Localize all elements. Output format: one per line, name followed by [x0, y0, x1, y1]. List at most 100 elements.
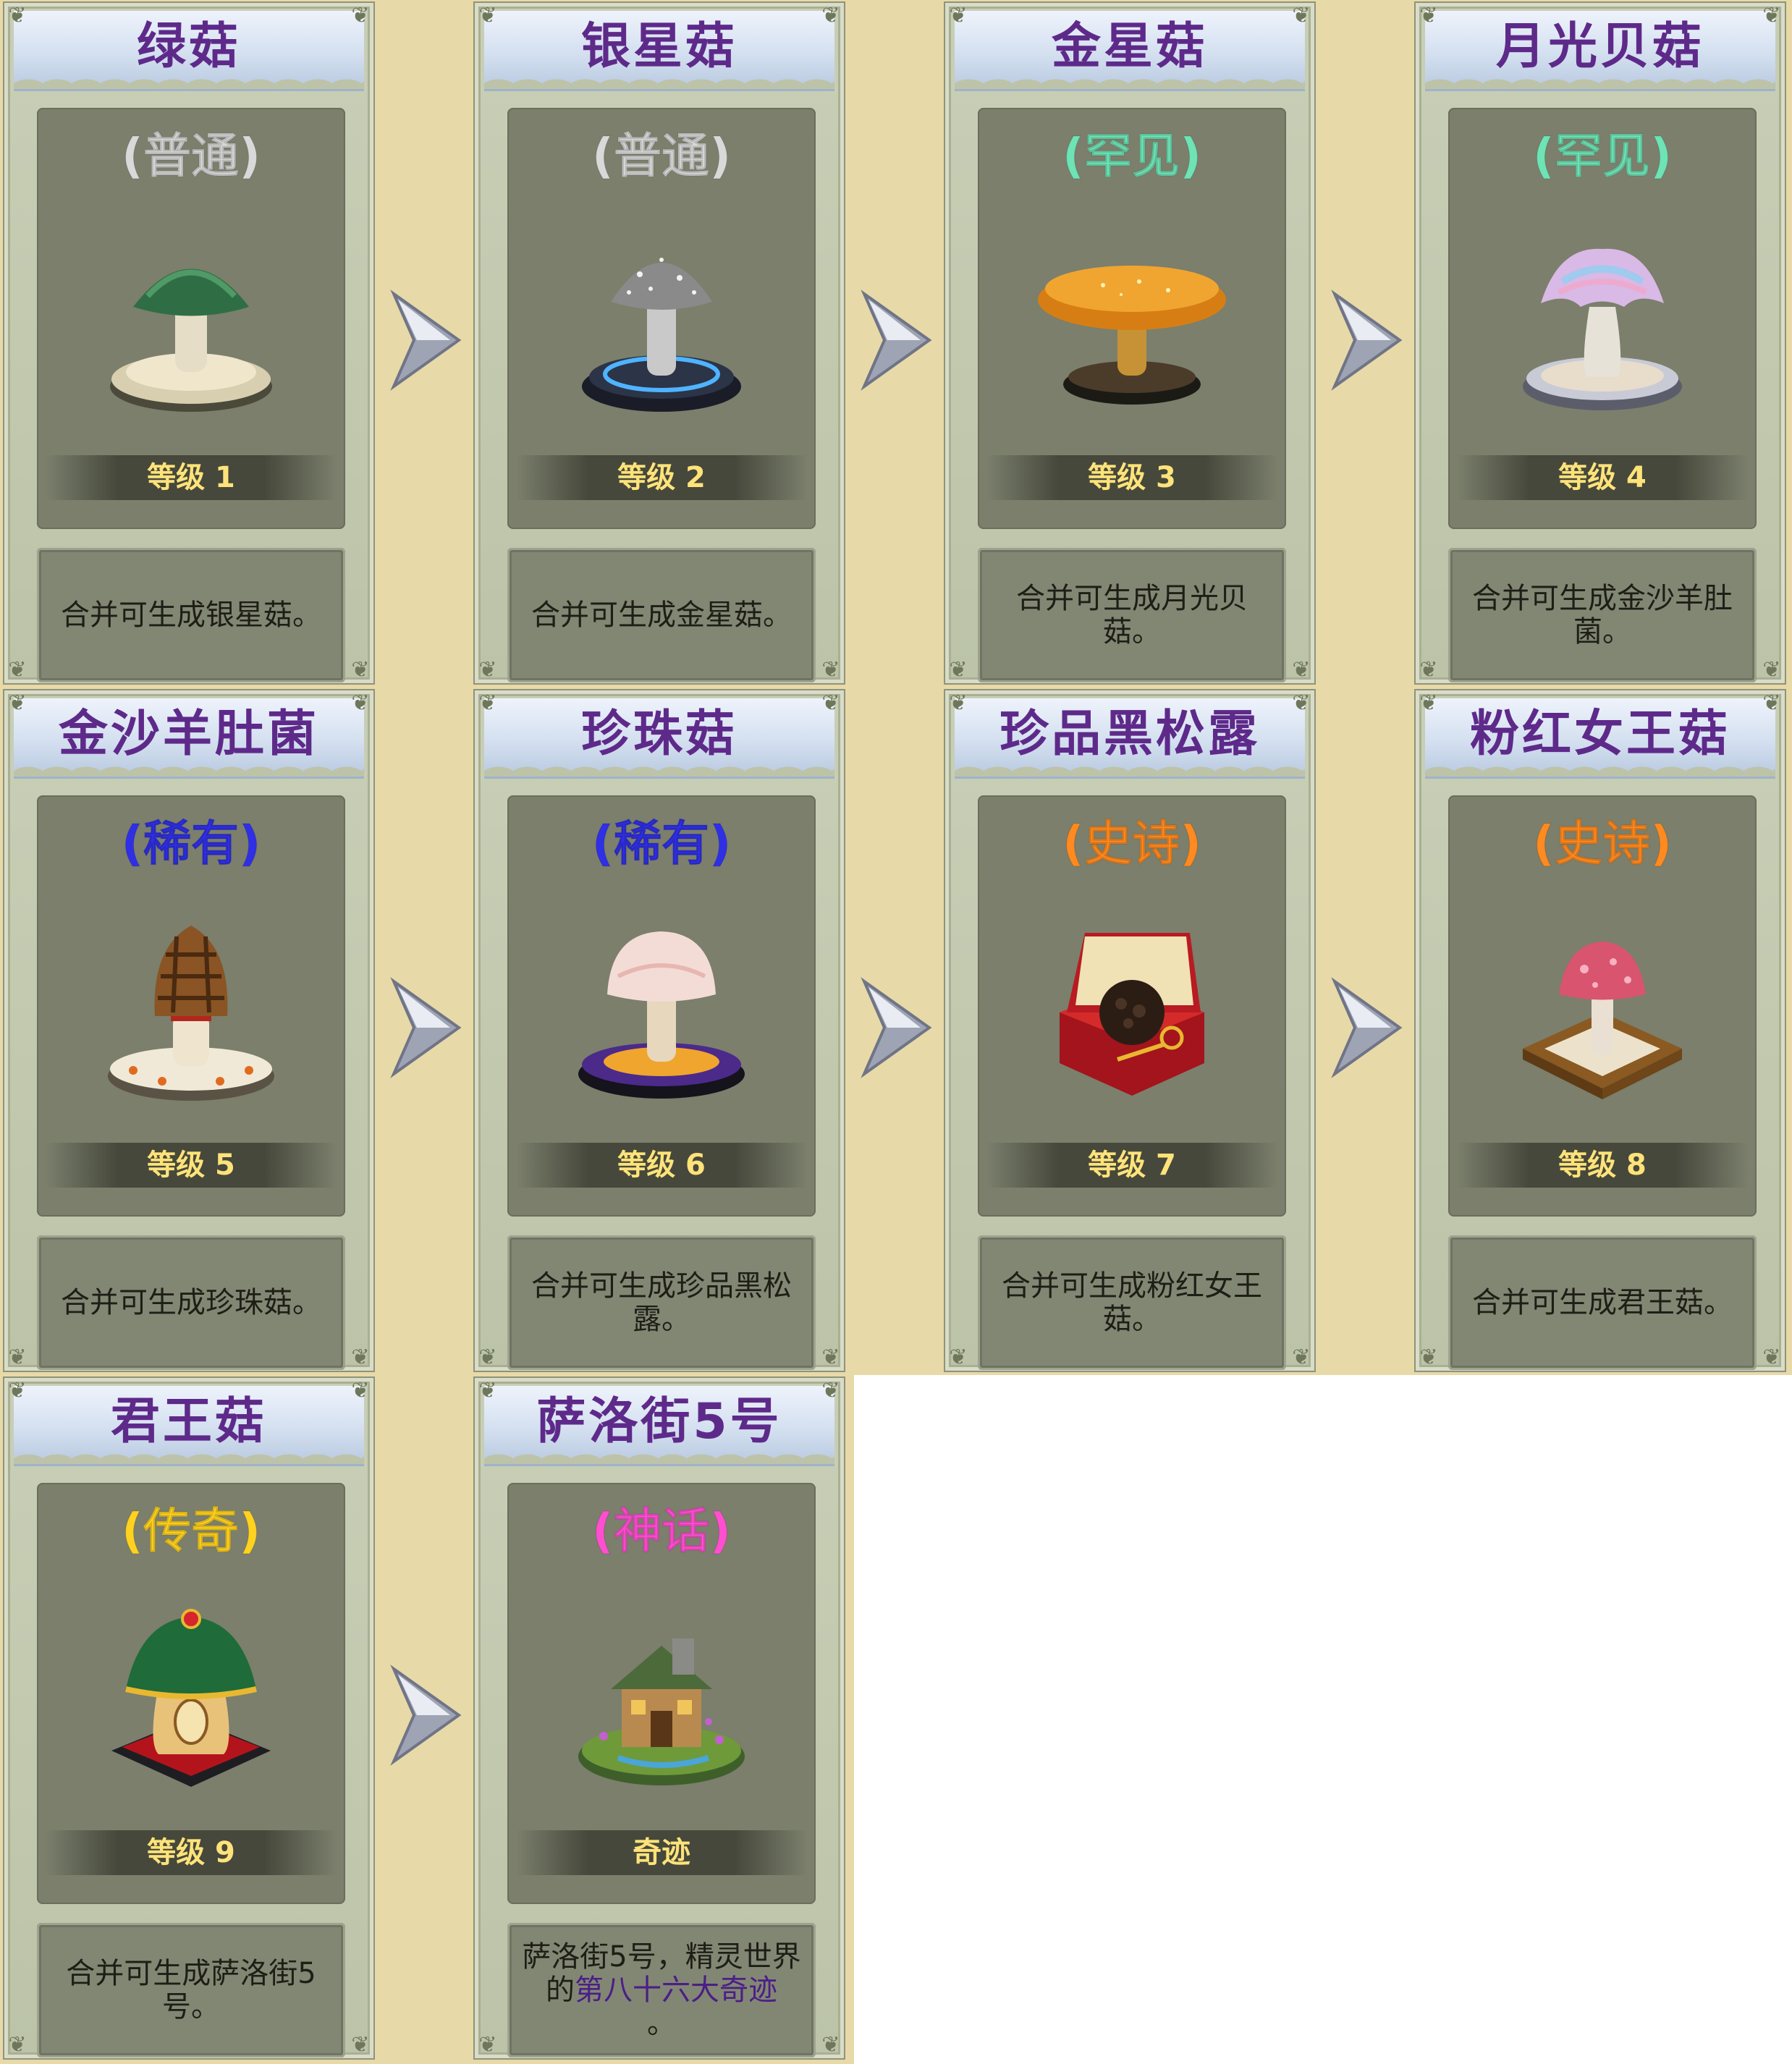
corner-ornament-icon: ❦: [478, 2032, 497, 2057]
corner-ornament-icon: ❦: [821, 657, 840, 682]
corner-ornament-icon: ❦: [351, 2032, 370, 2057]
pearl-mushroom-icon: [578, 931, 745, 1099]
item-title: 珍珠菇: [580, 706, 737, 763]
corner-ornament-icon: ❦: [949, 657, 968, 682]
arrow-right-icon: [861, 977, 932, 1078]
rarity-label: (传奇): [121, 1503, 261, 1560]
item-description: 合并可生成月光贝菇。: [978, 548, 1286, 682]
level-label: 等级 3: [986, 455, 1277, 500]
moonlight-shell-mushroom-icon: [1523, 248, 1682, 410]
item-description: 合并可生成珍珠菇。: [37, 1235, 345, 1370]
corner-ornament-icon: ❦: [351, 690, 370, 716]
corner-ornament-icon: ❦: [351, 1345, 370, 1370]
item-card[interactable]: 萨洛街5号 (神话) 奇迹 萨洛街5号，精灵世界的第八十六大奇迹 。 ❦ ❦ ❦…: [470, 1375, 854, 2064]
corner-ornament-icon: ❦: [478, 1378, 497, 1403]
item-card[interactable]: 金星菇 (罕见) 等级 3 合并可生成月光贝菇。 ❦ ❦ ❦ ❦: [941, 0, 1411, 688]
corner-ornament-icon: ❦: [1419, 1345, 1438, 1370]
pink-queen-mushroom-icon: [1523, 942, 1682, 1099]
rarity-label: (稀有): [591, 816, 732, 872]
miracle-label: 奇迹: [516, 1830, 807, 1875]
corner-ornament-icon: ❦: [478, 3, 497, 28]
arrow-right-icon: [1331, 977, 1403, 1078]
item-title: 月光贝菇: [1495, 18, 1704, 75]
arrow-right-icon: [390, 977, 462, 1078]
item-description: 合并可生成银星菇。: [37, 548, 345, 682]
corner-ornament-icon: ❦: [1292, 657, 1311, 682]
corner-ornament-icon: ❦: [8, 2032, 27, 2057]
corner-ornament-icon: ❦: [351, 3, 370, 28]
rarity-label: (神话): [591, 1503, 732, 1560]
item-card[interactable]: 绿菇 (普通) 等级 1 合并可生成银星菇。 ❦ ❦ ❦ ❦: [0, 0, 470, 688]
item-title: 珍品黑松露: [999, 706, 1260, 763]
corner-ornament-icon: ❦: [821, 1345, 840, 1370]
corner-ornament-icon: ❦: [1762, 690, 1781, 716]
rarity-label: (普通): [591, 128, 732, 185]
corner-ornament-icon: ❦: [949, 1345, 968, 1370]
corner-ornament-icon: ❦: [821, 3, 840, 28]
corner-ornament-icon: ❦: [8, 1345, 27, 1370]
item-title: 银星菇: [580, 18, 737, 75]
arrow-right-icon: [1331, 289, 1403, 391]
rarity-label: (罕见): [1532, 128, 1673, 185]
morel-mushroom-icon: [108, 926, 274, 1101]
corner-ornament-icon: ❦: [351, 657, 370, 682]
item-title: 萨洛街5号: [536, 1393, 782, 1450]
arrow-right-icon: [390, 289, 462, 391]
level-label: 等级 5: [46, 1143, 337, 1188]
corner-ornament-icon: ❦: [1419, 657, 1438, 682]
item-description: 合并可生成萨洛街5号。: [37, 1923, 345, 2057]
corner-ornament-icon: ❦: [821, 690, 840, 716]
level-label: 等级 9: [46, 1830, 337, 1875]
item-title: 金沙羊肚菌: [58, 706, 319, 763]
item-card[interactable]: 银星菇 (普通) 等级 2 合并可生成金星菇。 ❦ ❦ ❦ ❦: [470, 0, 941, 688]
item-card[interactable]: 月光贝菇 (罕见) 等级 4 合并可生成金沙羊肚菌。 ❦ ❦ ❦ ❦: [1411, 0, 1792, 688]
level-label: 等级 8: [1457, 1143, 1748, 1188]
item-description: 合并可生成君王菇。: [1448, 1235, 1757, 1370]
corner-ornament-icon: ❦: [8, 1378, 27, 1403]
corner-ornament-icon: ❦: [478, 657, 497, 682]
corner-ornament-icon: ❦: [1762, 1345, 1781, 1370]
rarity-label: (史诗): [1532, 816, 1673, 872]
king-mushroom-icon: [111, 1609, 271, 1787]
corner-ornament-icon: ❦: [478, 690, 497, 716]
level-label: 等级 7: [986, 1143, 1277, 1188]
corner-ornament-icon: ❦: [1292, 3, 1311, 28]
corner-ornament-icon: ❦: [351, 1378, 370, 1403]
item-title: 君王菇: [110, 1393, 267, 1450]
arrow-right-icon: [390, 1665, 462, 1766]
item-card[interactable]: 君王菇 (传奇) 等级 9 合并可生成萨洛街5号。 ❦ ❦ ❦ ❦: [0, 1375, 470, 2064]
corner-ornament-icon: ❦: [821, 2032, 840, 2057]
item-description: 合并可生成粉红女王菇。: [978, 1235, 1286, 1370]
level-label: 等级 2: [516, 455, 807, 500]
item-title: 绿菇: [136, 18, 241, 75]
level-label: 等级 1: [46, 455, 337, 500]
green-mushroom-icon: [110, 268, 272, 412]
rarity-label: (罕见): [1062, 128, 1202, 185]
corner-ornament-icon: ❦: [949, 3, 968, 28]
black-truffle-icon: [1060, 933, 1204, 1096]
corner-ornament-icon: ❦: [1292, 1345, 1311, 1370]
item-card[interactable]: 粉红女王菇 (史诗) 等级 8 合并可生成君王菇。 ❦ ❦ ❦ ❦: [1411, 688, 1792, 1375]
corner-ornament-icon: ❦: [8, 657, 27, 682]
corner-ornament-icon: ❦: [949, 690, 968, 716]
corner-ornament-icon: ❦: [478, 1345, 497, 1370]
rarity-label: (稀有): [121, 816, 261, 872]
item-card[interactable]: 金沙羊肚菌 (稀有) 等级 5 合并可生成珍珠菇。 ❦ ❦ ❦ ❦: [0, 688, 470, 1375]
gold-star-mushroom-icon: [1038, 266, 1226, 405]
corner-ornament-icon: ❦: [1292, 690, 1311, 716]
wonder-highlight: 第八十六大奇迹: [575, 1974, 777, 2007]
corner-ornament-icon: ❦: [1762, 657, 1781, 682]
merge-chain-grid: 绿菇 (普通) 等级 1 合并可生成银星菇。 ❦ ❦ ❦ ❦ 银星菇 (普通) …: [0, 0, 1792, 2064]
corner-ornament-icon: ❦: [8, 3, 27, 28]
item-card[interactable]: 珍珠菇 (稀有) 等级 6 合并可生成珍品黑松露。 ❦ ❦ ❦ ❦: [470, 688, 941, 1375]
corner-ornament-icon: ❦: [1419, 690, 1438, 716]
item-card[interactable]: 珍品黑松露 (史诗) 等级 7 合并可生成粉红女王菇。 ❦ ❦ ❦ ❦: [941, 688, 1411, 1375]
level-label: 等级 4: [1457, 455, 1748, 500]
item-description: 合并可生成珍品黑松露。: [507, 1235, 816, 1370]
rarity-label: (普通): [121, 128, 261, 185]
rarity-label: (史诗): [1062, 816, 1202, 872]
corner-ornament-icon: ❦: [1419, 3, 1438, 28]
corner-ornament-icon: ❦: [1762, 3, 1781, 28]
level-label: 等级 6: [516, 1143, 807, 1188]
item-description: 萨洛街5号，精灵世界的第八十六大奇迹 。: [507, 1923, 816, 2057]
